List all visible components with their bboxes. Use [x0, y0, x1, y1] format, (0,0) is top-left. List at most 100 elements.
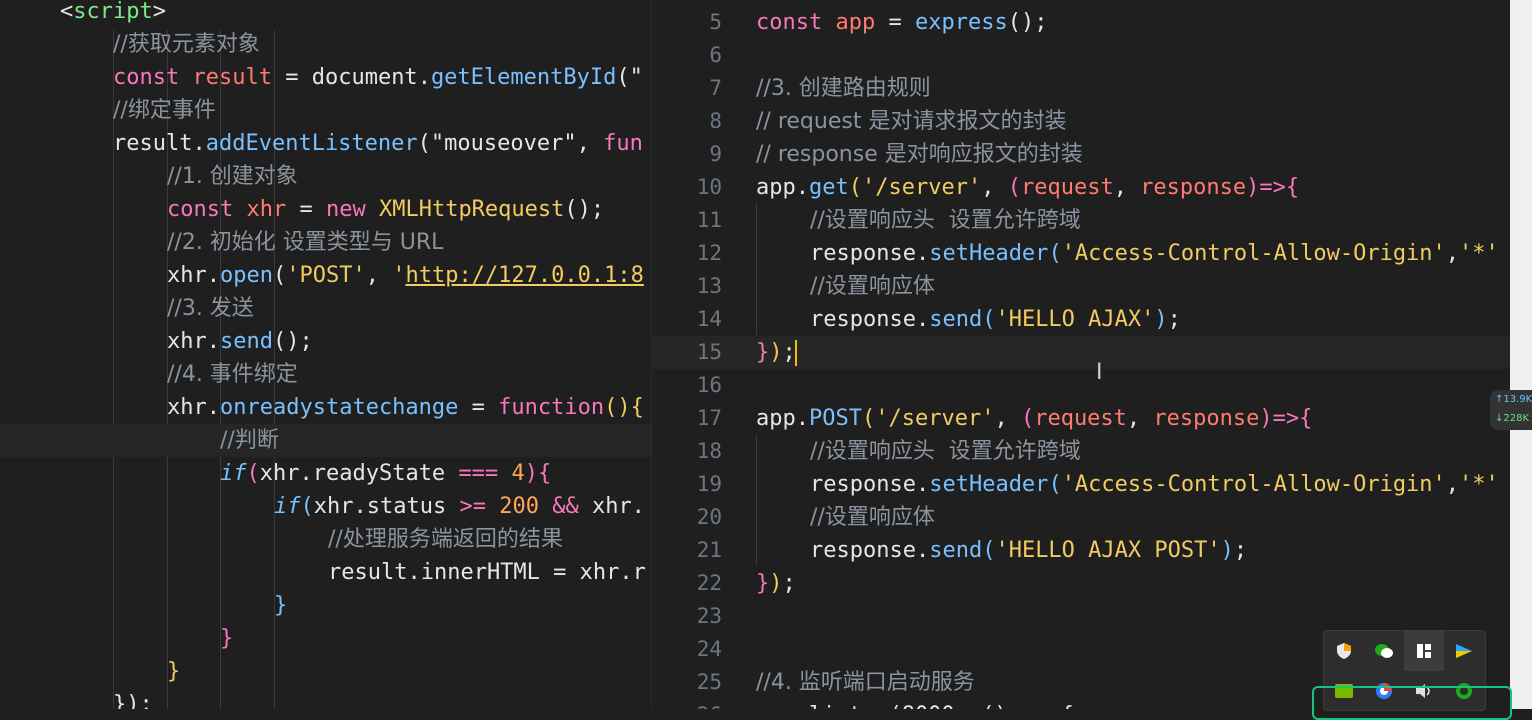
code-token: '*': [1459, 472, 1499, 497]
code-text: //设置响应体: [810, 501, 935, 534]
code-line[interactable]: 13 //设置响应体: [652, 270, 1510, 303]
code-line[interactable]: 10 app.get('/server', (request, response)…: [652, 171, 1510, 204]
code-token: ,: [994, 406, 1021, 431]
code-token: (: [1007, 175, 1021, 200]
code-token: ;: [782, 571, 796, 596]
code-line[interactable]: const xhr = new XMLHttpRequest();: [0, 193, 652, 226]
code-token: .: [206, 329, 220, 354]
left-editor-pane[interactable]: <script> //获取元素对象 const result = document.…: [0, 0, 652, 709]
code-line[interactable]: result.innerHTML = xhr.r: [0, 556, 652, 589]
code-line[interactable]: //处理服务端返回的结果: [0, 523, 652, 556]
code-line[interactable]: 20 //设置响应体: [652, 501, 1510, 534]
code-line[interactable]: 9 // response 是对响应报文的封装: [652, 138, 1510, 171]
code-line[interactable]: 15});: [652, 336, 1510, 369]
line-number: 25: [696, 670, 722, 694]
code-token: xhr.: [578, 494, 645, 519]
code-line[interactable]: if(xhr.status >= 200 && xhr.: [0, 490, 652, 523]
code-line[interactable]: xhr.send();: [0, 325, 652, 358]
line-number: 18: [696, 439, 722, 463]
code-text: const app = express();: [756, 6, 1047, 39]
code-line[interactable]: //判断: [0, 424, 652, 457]
code-token: const: [756, 10, 836, 35]
code-token: app: [835, 10, 876, 35]
code-line[interactable]: <script>: [0, 0, 652, 28]
code-line[interactable]: //3. 发送: [0, 292, 652, 325]
code-line[interactable]: 6: [652, 39, 1510, 72]
network-speed-widget[interactable]: ↑13.9K ↓228K: [1490, 390, 1532, 430]
code-line[interactable]: 23: [652, 600, 1510, 633]
code-line[interactable]: xhr.open('POST', 'http://127.0.0.1:8: [0, 259, 652, 292]
code-token: getElementById: [430, 65, 617, 90]
code-line[interactable]: 8 // request 是对请求报文的封装: [652, 105, 1510, 138]
code-line[interactable]: 18 //设置响应头 设置允许跨域: [652, 435, 1510, 468]
code-line[interactable]: const result = document.getElementById(": [0, 61, 652, 94]
code-token: //绑定事件: [113, 98, 216, 123]
code-text: }: [220, 622, 233, 655]
code-token: {: [1299, 406, 1313, 431]
code-line[interactable]: 12 response.setHeader('Access-Control-All…: [652, 237, 1510, 270]
code-line[interactable]: //1. 创建对象: [0, 160, 652, 193]
code-line[interactable]: }: [0, 622, 652, 655]
line-number: 15: [696, 340, 722, 364]
code-token: app.listen(8000, () => {: [756, 703, 1074, 709]
code-line[interactable]: 22});: [652, 567, 1510, 600]
code-line[interactable]: 14 response.send('HELLO AJAX');: [652, 303, 1510, 336]
code-token: ): [524, 461, 538, 486]
code-token: (: [1048, 241, 1062, 266]
code-line[interactable]: //获取元素对象: [0, 28, 652, 61]
code-line[interactable]: //2. 初始化 设置类型与 URL: [0, 226, 652, 259]
code-token: }: [220, 626, 234, 651]
code-line[interactable]: xhr.onreadystatechange = function(){: [0, 391, 652, 424]
code-token: 'Access-Control-Allow-Origin': [1061, 241, 1446, 266]
code-token: setHeader: [929, 241, 1049, 266]
code-line[interactable]: 16: [652, 369, 1510, 402]
code-line[interactable]: });: [0, 688, 652, 709]
code-line[interactable]: }: [0, 655, 652, 688]
code-token: .: [206, 263, 220, 288]
code-text: const xhr = new XMLHttpRequest();: [167, 193, 604, 226]
code-token: (: [982, 538, 996, 563]
code-line[interactable]: //4. 事件绑定: [0, 358, 652, 391]
code-token: document: [311, 65, 418, 90]
download-speed: ↓228K: [1495, 413, 1530, 424]
security-icon[interactable]: [1324, 631, 1364, 671]
code-token: 'POST': [286, 263, 366, 288]
code-text: //3. 发送: [167, 292, 254, 325]
code-token: send: [929, 538, 983, 563]
code-token: //1. 创建对象: [167, 164, 298, 189]
media-player-icon[interactable]: [1444, 631, 1484, 671]
code-line[interactable]: 5 const app = express();: [652, 6, 1510, 39]
code-token: const: [167, 197, 247, 222]
right-editor-pane[interactable]: 5 const app = express(); 6 7//3. 创建路由规则 8// …: [652, 0, 1510, 709]
code-token: //4. 监听端口启动服务: [756, 670, 975, 695]
code-line[interactable]: 19 response.setHeader('Access-Control-All…: [652, 468, 1510, 501]
code-token: .: [417, 65, 431, 90]
code-text: response.setHeader('Access-Control-Allow…: [810, 468, 1499, 501]
code-line[interactable]: 21 response.send('HELLO AJAX POST');: [652, 534, 1510, 567]
code-line[interactable]: 17 app.POST('/server', (request, response…: [652, 402, 1510, 435]
code-token: .: [795, 406, 809, 431]
code-token: .: [915, 307, 930, 332]
code-line[interactable]: //绑定事件: [0, 94, 652, 127]
code-line[interactable]: if(xhr.readyState === 4){: [0, 457, 652, 490]
code-token: 'Access-Control-Allow-Origin': [1061, 472, 1446, 497]
code-token: xhr: [167, 329, 207, 354]
upload-speed: ↑13.9K: [1495, 394, 1532, 405]
code-line[interactable]: 11 //设置响应头 设置允许跨域: [652, 204, 1510, 237]
wechat-icon[interactable]: [1364, 631, 1404, 671]
code-line[interactable]: result.addEventListener("mouseover", fun: [0, 127, 652, 160]
code-token: '*': [1459, 241, 1499, 266]
code-token: >=: [459, 494, 486, 519]
code-line[interactable]: }: [0, 589, 652, 622]
code-line[interactable]: 7 //3. 创建路由规则: [652, 72, 1510, 105]
code-token: ("mouseover",: [417, 131, 604, 156]
code-token: '/server': [875, 406, 995, 431]
code-token: //4. 事件绑定: [167, 362, 298, 387]
code-token: response: [810, 241, 916, 266]
code-token: xhr: [167, 263, 207, 288]
code-token: }: [756, 571, 770, 596]
line-number: 19: [696, 472, 722, 496]
app-icon[interactable]: [1404, 631, 1444, 671]
